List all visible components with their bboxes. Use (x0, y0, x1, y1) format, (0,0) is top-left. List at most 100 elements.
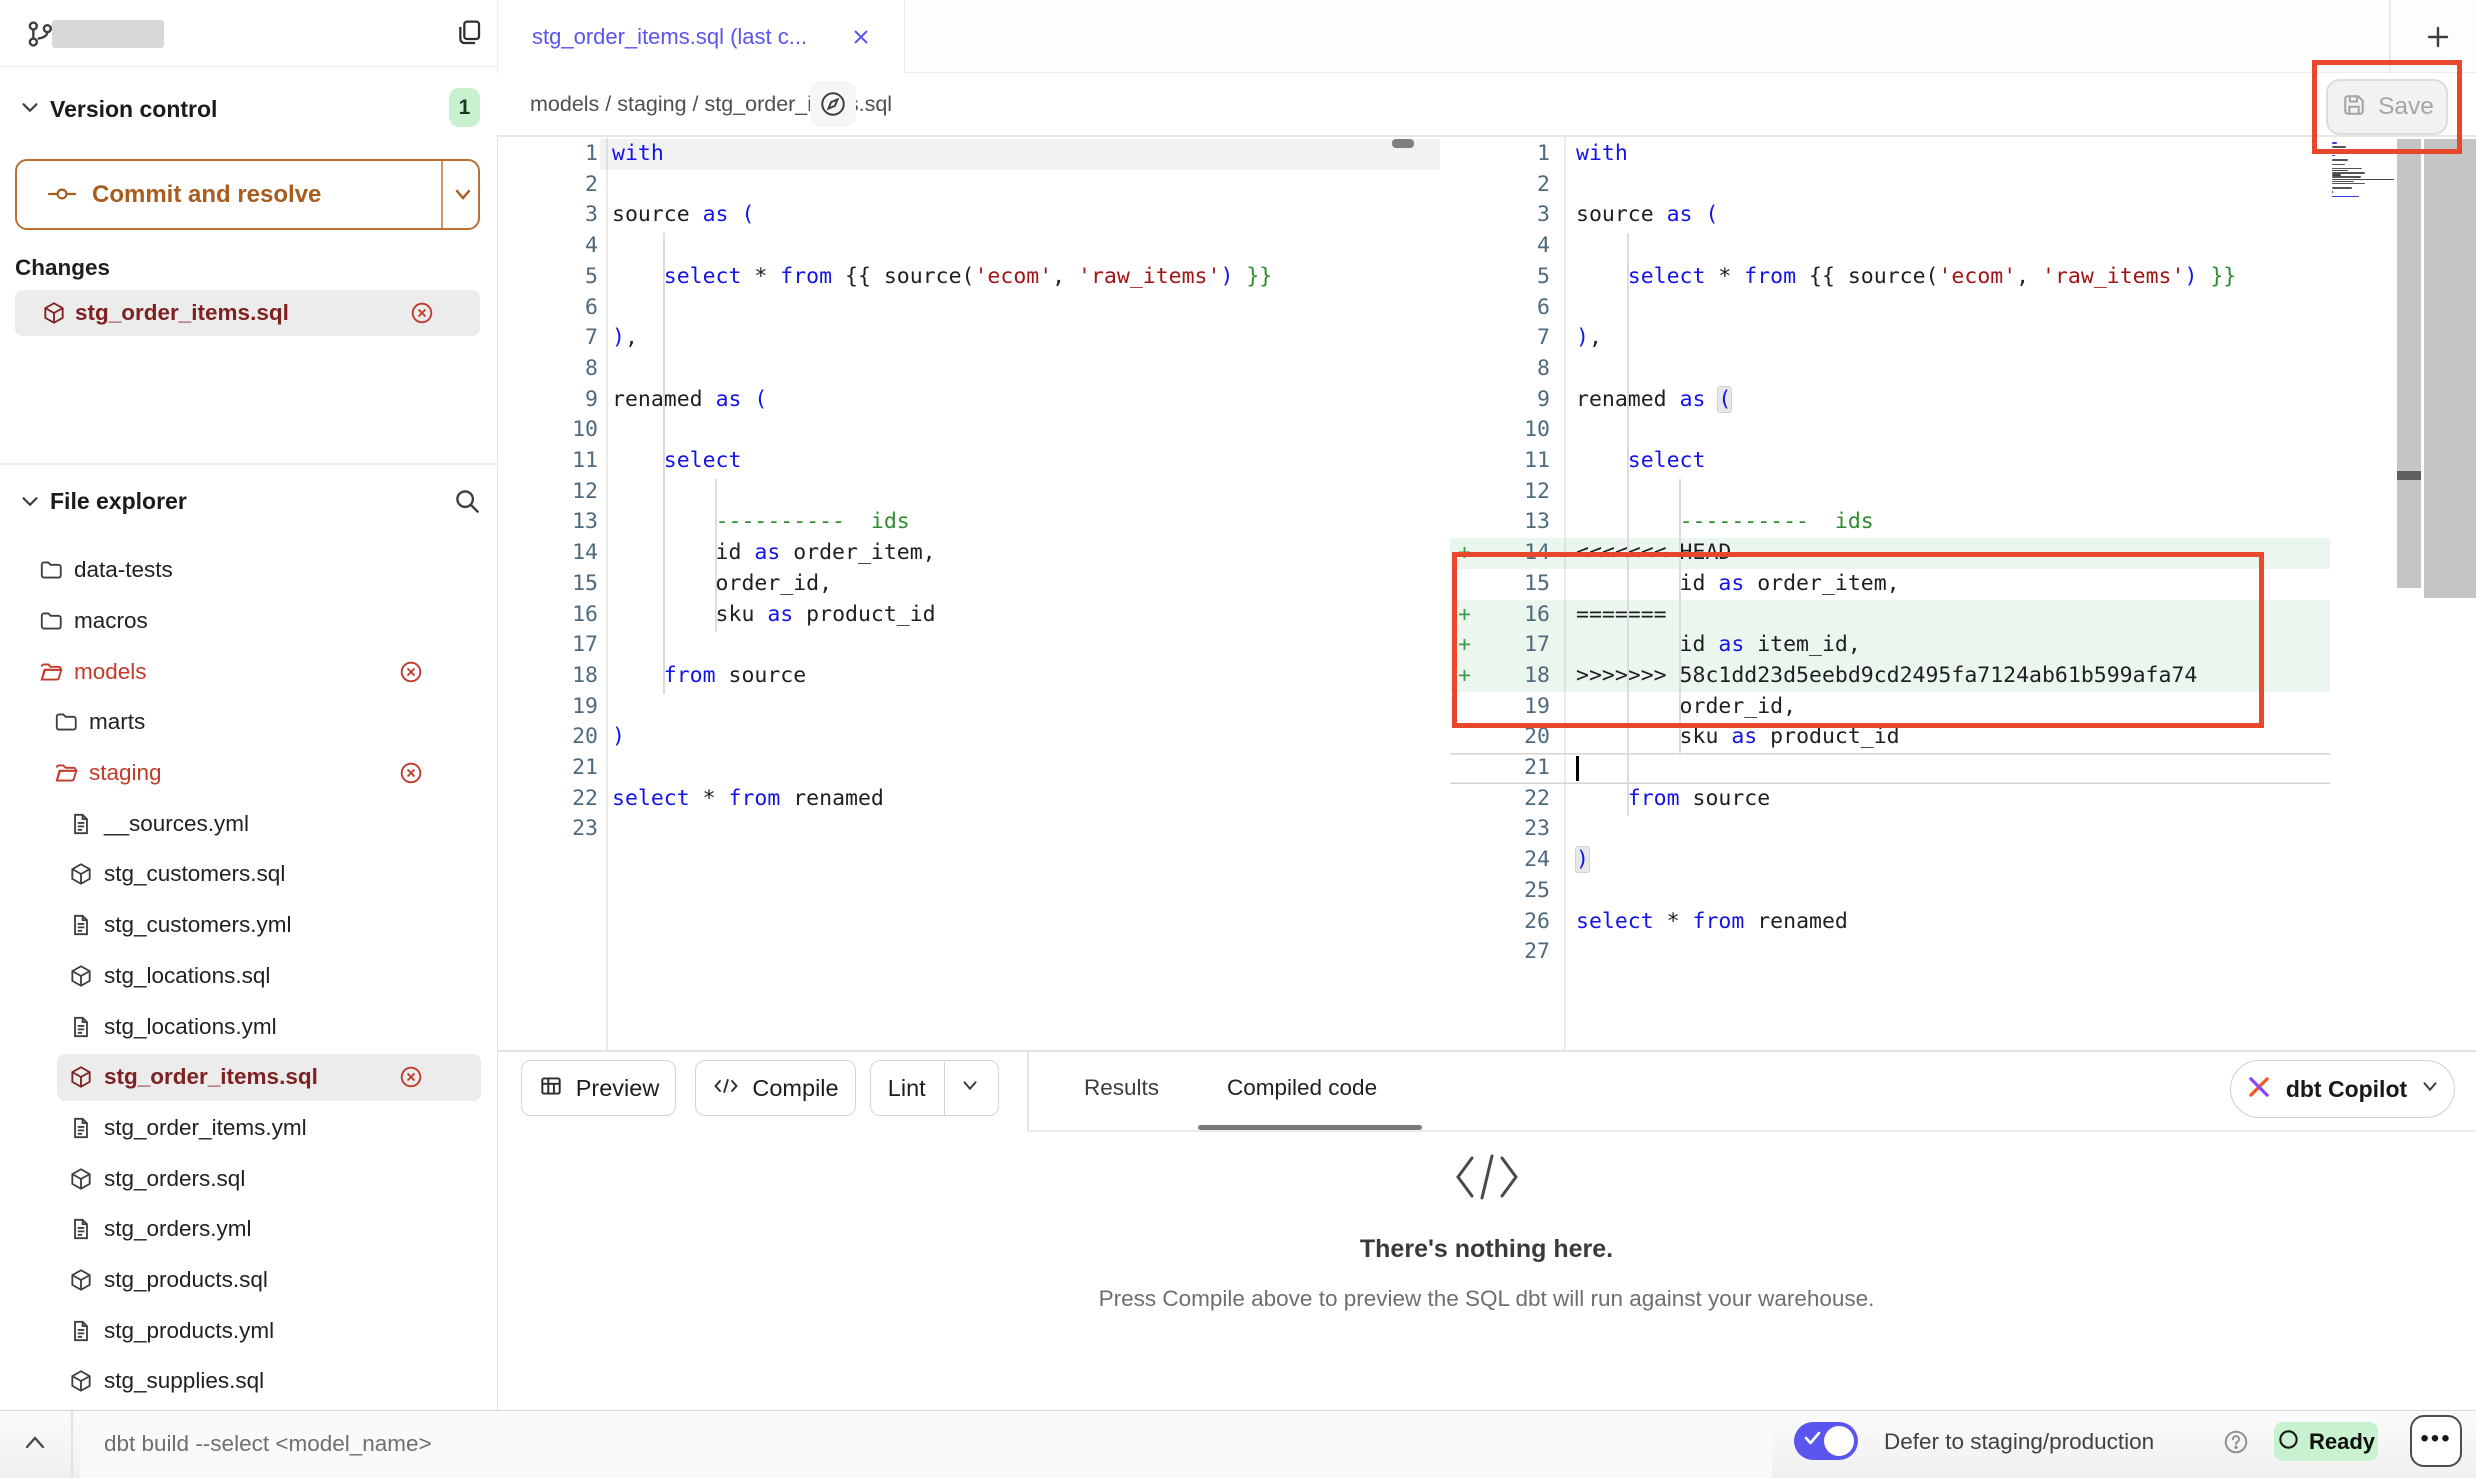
code-line-17[interactable]: 17 (500, 630, 1447, 661)
explorer-item-stg_products.sql[interactable]: stg_products.sql (0, 1255, 497, 1306)
left-pane-scrollbar-thumb[interactable] (1392, 139, 1414, 148)
dbt-copilot-button[interactable]: dbt Copilot (2230, 1060, 2455, 1118)
help-icon[interactable] (2222, 1428, 2250, 1461)
tab-stg-order-items[interactable]: stg_order_items.sql (last c... (497, 0, 905, 73)
code-line-19[interactable]: 19 (500, 692, 1447, 723)
code-line-12[interactable]: 12 (1450, 477, 2330, 508)
code-line-26[interactable]: 26select * from renamed (1450, 907, 2330, 938)
discard-change-icon[interactable] (409, 300, 435, 331)
explorer-item-stg_customers.yml[interactable]: stg_customers.yml (0, 900, 497, 951)
editor-pane-last-commit[interactable]: 1with23source as (45 select * from {{ so… (500, 136, 1447, 1050)
circled-x-icon[interactable] (398, 1064, 424, 1096)
lint-dropdown-chevron-icon[interactable] (945, 1079, 981, 1098)
editor-scrollbar-track[interactable] (2397, 139, 2421, 588)
code-line-1[interactable]: 1with (1450, 139, 2330, 170)
lint-button-label: Lint (888, 1075, 944, 1102)
explorer-item-stg_orders.yml[interactable]: stg_orders.yml (0, 1204, 497, 1255)
code-line-9[interactable]: 9renamed as ( (1450, 385, 2330, 416)
code-line-22[interactable]: 22 from source (1450, 784, 2330, 815)
tab-results[interactable]: Results (1084, 1060, 1159, 1116)
tab-compiled-code[interactable]: Compiled code (1227, 1060, 1377, 1116)
explorer-item-stg_customers.sql[interactable]: stg_customers.sql (0, 849, 497, 900)
explorer-item-stg_supplies.sql[interactable]: stg_supplies.sql (0, 1356, 497, 1407)
code-line-15[interactable]: 15 order_id, (500, 569, 1447, 600)
code-line-9[interactable]: 9renamed as ( (500, 385, 1447, 416)
chevron-up-icon[interactable] (22, 1433, 48, 1458)
explorer-item-models[interactable]: models (0, 646, 497, 697)
code-line-7[interactable]: 7), (500, 323, 1447, 354)
preview-button[interactable]: Preview (521, 1060, 676, 1116)
editor-scrollbar-thumb[interactable] (2397, 471, 2421, 480)
explorer-item-stg_products.yml[interactable]: stg_products.yml (0, 1305, 497, 1356)
code-line-2[interactable]: 2 (1450, 170, 2330, 201)
compile-button[interactable]: Compile (695, 1060, 856, 1116)
explorer-item-stg_locations.sql[interactable]: stg_locations.sql (0, 951, 497, 1002)
code-line-10[interactable]: 10 (1450, 415, 2330, 446)
tab-label: stg_order_items.sql (last c... (532, 0, 807, 73)
code-line-12[interactable]: 12 (500, 477, 1447, 508)
explorer-item-stg_order_items.sql[interactable]: stg_order_items.sql (0, 1052, 497, 1103)
model-cube-icon (68, 1166, 94, 1192)
code-line-18[interactable]: 18 from source (500, 661, 1447, 692)
explorer-item-macros[interactable]: macros (0, 596, 497, 647)
explorer-item-stg_order_items.yml[interactable]: stg_order_items.yml (0, 1103, 497, 1154)
code-line-21[interactable]: 21 (500, 753, 1447, 784)
code-line-16[interactable]: 16 sku as product_id (500, 600, 1447, 631)
more-options-button[interactable]: ••• (2410, 1415, 2462, 1467)
code-line-8[interactable]: 8 (500, 354, 1447, 385)
code-line-7[interactable]: 7), (1450, 323, 2330, 354)
commit-and-resolve-button[interactable]: Commit and resolve (15, 159, 480, 230)
code-line-13[interactable]: 13 ---------- ids (1450, 507, 2330, 538)
line-number: 23 (500, 814, 598, 845)
code-line-3[interactable]: 3source as ( (1450, 200, 2330, 231)
status-badge-ready[interactable]: Ready (2274, 1422, 2378, 1461)
code-line-11[interactable]: 11 select (500, 446, 1447, 477)
explorer-item-stg_orders.sql[interactable]: stg_orders.sql (0, 1153, 497, 1204)
code-line-27[interactable]: 27 (1450, 937, 2330, 968)
window-scrollbar-track[interactable] (2424, 139, 2476, 598)
code-line-4[interactable]: 4 (500, 231, 1447, 262)
line-number: 5 (500, 262, 598, 293)
code-line-6[interactable]: 6 (1450, 293, 2330, 324)
file-explorer-collapse-icon[interactable] (19, 493, 41, 516)
code-line-8[interactable]: 8 (1450, 354, 2330, 385)
code-line-5[interactable]: 5 select * from {{ source('ecom', 'raw_i… (1450, 262, 2330, 293)
explorer-item-data-tests[interactable]: data-tests (0, 545, 497, 596)
code-line-4[interactable]: 4 (1450, 231, 2330, 262)
lineage-compass-icon[interactable] (810, 81, 856, 127)
code-line-2[interactable]: 2 (500, 170, 1447, 201)
code-line-23[interactable]: 23 (1450, 814, 2330, 845)
code-line-24[interactable]: 24) (1450, 845, 2330, 876)
code-line-3[interactable]: 3source as ( (500, 200, 1447, 231)
dbt-command-input[interactable]: dbt build --select <model_name> (80, 1415, 1772, 1478)
explorer-item-staging[interactable]: staging (0, 748, 497, 799)
explorer-item-marts[interactable]: marts (0, 697, 497, 748)
lint-button[interactable]: Lint (870, 1060, 999, 1116)
code-line-5[interactable]: 5 select * from {{ source('ecom', 'raw_i… (500, 262, 1447, 293)
defer-toggle[interactable] (1794, 1422, 1858, 1460)
circled-x-icon[interactable] (398, 760, 424, 792)
code-line-6[interactable]: 6 (500, 293, 1447, 324)
changed-file-item[interactable]: stg_order_items.sql (15, 290, 480, 336)
new-tab-plus-icon[interactable] (2423, 22, 2453, 57)
code-line-14[interactable]: 14 id as order_item, (500, 538, 1447, 569)
code-line-22[interactable]: 22select * from renamed (500, 784, 1447, 815)
close-icon[interactable] (850, 26, 872, 53)
search-icon[interactable] (452, 486, 482, 521)
code-line-10[interactable]: 10 (500, 415, 1447, 446)
code-line-11[interactable]: 11 select (1450, 446, 2330, 477)
code-line-21[interactable]: 21 (1450, 753, 2330, 784)
copy-icon[interactable] (453, 17, 485, 54)
explorer-item-stg_locations.yml[interactable]: stg_locations.yml (0, 1001, 497, 1052)
explorer-item-__sources.yml[interactable]: __sources.yml (0, 798, 497, 849)
code-line-1[interactable]: 1with (500, 139, 1447, 170)
code-line-13[interactable]: 13 ---------- ids (500, 507, 1447, 538)
line-number: 20 (500, 722, 598, 753)
code-line-20[interactable]: 20) (500, 722, 1447, 753)
code-line-25[interactable]: 25 (1450, 876, 2330, 907)
circled-x-icon[interactable] (398, 659, 424, 691)
commit-dropdown-chevron-icon[interactable] (451, 187, 475, 208)
code-text: id as order_item, (612, 538, 936, 569)
version-control-collapse-icon[interactable] (19, 99, 41, 122)
code-line-23[interactable]: 23 (500, 814, 1447, 845)
